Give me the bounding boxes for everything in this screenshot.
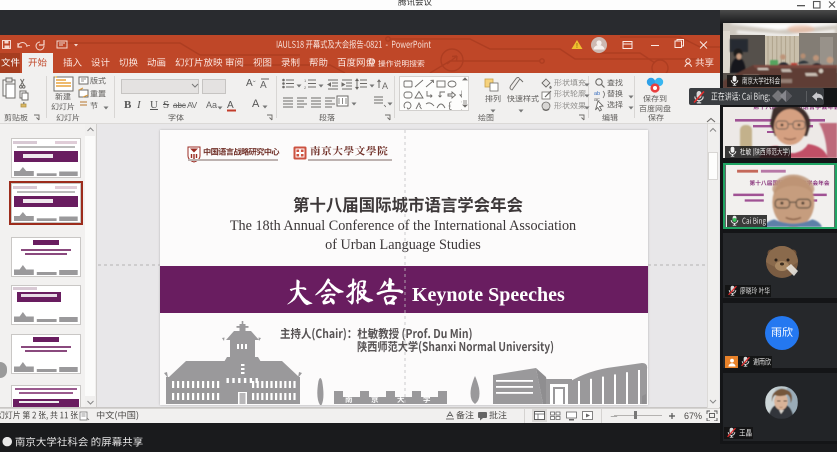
svg-text:A: A [227,100,234,111]
svg-text:A: A [382,81,388,91]
svg-text:2: 2 [304,85,307,90]
svg-text:1: 1 [304,78,307,83]
svg-text:A: A [260,80,267,90]
svg-text:!: ! [576,43,578,50]
